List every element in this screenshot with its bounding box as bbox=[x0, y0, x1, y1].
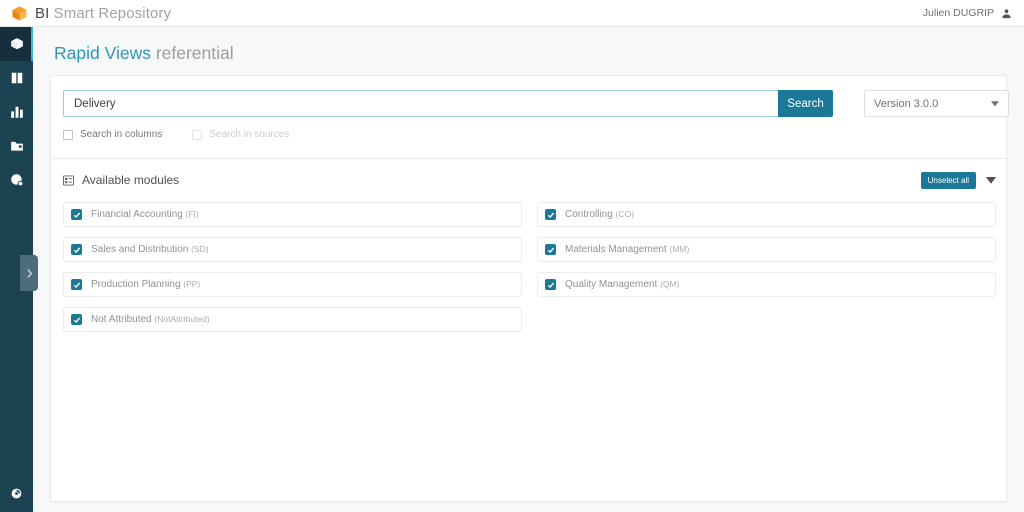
module-code: (CO) bbox=[615, 209, 635, 219]
module-label: Quality Management (QM) bbox=[565, 279, 680, 290]
cube-icon bbox=[10, 37, 24, 51]
page-title-sub: referential bbox=[150, 43, 234, 63]
checkbox-box bbox=[63, 129, 73, 140]
page-title-accent: Rapid Views bbox=[54, 43, 151, 63]
checkbox-search-in-sources: Search in sources bbox=[192, 129, 289, 140]
checkbox-label: Search in columns bbox=[80, 129, 163, 140]
chevron-right-icon bbox=[26, 268, 33, 279]
module-code: (NotAttributed) bbox=[154, 314, 210, 324]
module-code: (SD) bbox=[191, 244, 209, 254]
brand[interactable]: BI Smart Repository bbox=[0, 5, 171, 22]
module-checkbox[interactable] bbox=[71, 209, 82, 220]
brand-secondary: Smart Repository bbox=[49, 4, 172, 22]
module-list: Financial Accounting (FI) Controlling (C… bbox=[63, 202, 996, 332]
module-code: (MM) bbox=[669, 244, 690, 254]
orange-cube-icon bbox=[11, 5, 28, 22]
available-modules-card: Available modules Unselect all Financial… bbox=[50, 158, 1007, 502]
checkbox-box bbox=[192, 129, 203, 140]
main-content: Rapid Views referential Search Version 3… bbox=[33, 27, 1024, 512]
user-menu[interactable]: Julien DUGRIP bbox=[923, 7, 1024, 19]
search-card: Search Version 3.0.0 Search in columns S… bbox=[50, 75, 1009, 170]
search-options: Search in columns Search in sources bbox=[63, 129, 289, 140]
module-label: Production Planning (PP) bbox=[91, 279, 201, 290]
module-item[interactable]: Not Attributed (NotAttributed) bbox=[63, 307, 522, 332]
available-modules-title-wrap: Available modules bbox=[51, 173, 179, 187]
sidebar-item-repository[interactable] bbox=[0, 27, 33, 61]
available-modules-actions: Unselect all bbox=[920, 171, 1008, 189]
chevron-down-icon bbox=[991, 100, 999, 107]
checkbox-search-in-columns[interactable]: Search in columns bbox=[63, 129, 162, 140]
page-title: Rapid Views referential bbox=[54, 43, 234, 64]
available-modules-title: Available modules bbox=[82, 173, 180, 187]
globe-icon bbox=[10, 173, 24, 187]
bar-chart-icon bbox=[10, 105, 24, 119]
module-label: Controlling (CO) bbox=[565, 209, 635, 220]
grid-list-icon bbox=[63, 174, 74, 186]
module-checkbox[interactable] bbox=[71, 279, 82, 290]
available-modules-header: Available modules Unselect all bbox=[51, 159, 1008, 201]
help-icon bbox=[10, 487, 23, 500]
brand-title: BI Smart Repository bbox=[35, 5, 171, 22]
module-label: Financial Accounting (FI) bbox=[91, 209, 199, 220]
unselect-all-button[interactable]: Unselect all bbox=[920, 171, 976, 189]
sidebar-item-help[interactable] bbox=[0, 483, 33, 503]
module-checkbox[interactable] bbox=[545, 209, 556, 220]
module-item[interactable]: Materials Management (MM) bbox=[537, 237, 996, 262]
module-checkbox[interactable] bbox=[71, 244, 82, 255]
search-button[interactable]: Search bbox=[778, 90, 833, 117]
brand-primary: BI bbox=[35, 4, 50, 22]
search-input[interactable] bbox=[63, 90, 778, 117]
module-checkbox[interactable] bbox=[71, 314, 82, 325]
user-name: Julien DUGRIP bbox=[922, 7, 994, 19]
module-item[interactable]: Quality Management (QM) bbox=[537, 272, 996, 297]
module-code: (FI) bbox=[185, 209, 199, 219]
module-item[interactable]: Production Planning (PP) bbox=[63, 272, 522, 297]
sidebar-item-projects[interactable] bbox=[0, 129, 33, 163]
person-icon bbox=[1001, 8, 1012, 19]
sidebar-item-library[interactable] bbox=[0, 61, 33, 95]
module-label: Materials Management (MM) bbox=[565, 244, 690, 255]
caret-down-icon[interactable] bbox=[986, 176, 996, 184]
module-checkbox[interactable] bbox=[545, 244, 556, 255]
book-icon bbox=[10, 71, 24, 85]
module-label: Sales and Distribution (SD) bbox=[91, 244, 209, 255]
sidebar-expand-handle[interactable] bbox=[20, 255, 38, 291]
module-code: (QM) bbox=[660, 279, 680, 289]
module-code: (PP) bbox=[183, 279, 201, 289]
sidebar-item-global[interactable] bbox=[0, 163, 33, 197]
module-item[interactable]: Sales and Distribution (SD) bbox=[63, 237, 522, 262]
module-label: Not Attributed (NotAttributed) bbox=[91, 314, 210, 325]
module-checkbox[interactable] bbox=[545, 279, 556, 290]
folder-icon bbox=[10, 139, 24, 153]
search-row: Search bbox=[63, 90, 833, 117]
checkbox-label: Search in sources bbox=[209, 129, 290, 140]
version-select-label: Version 3.0.0 bbox=[874, 97, 939, 110]
module-item[interactable]: Financial Accounting (FI) bbox=[63, 202, 522, 227]
sidebar-item-analytics[interactable] bbox=[0, 95, 33, 129]
module-item[interactable]: Controlling (CO) bbox=[537, 202, 996, 227]
top-bar: BI Smart Repository Julien DUGRIP bbox=[0, 0, 1024, 27]
version-select[interactable]: Version 3.0.0 bbox=[864, 90, 1009, 117]
